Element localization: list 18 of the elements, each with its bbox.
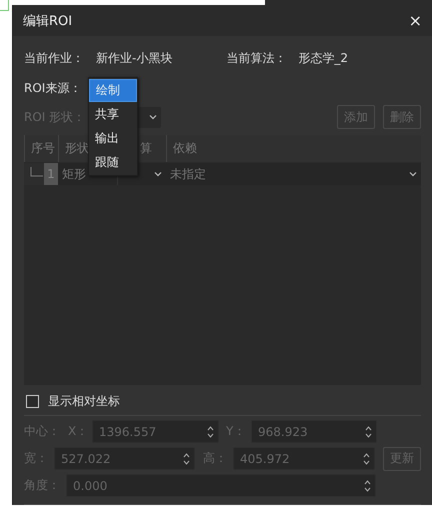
field-label: 当前作业： [24,50,84,66]
column-header: 依赖 [166,135,421,162]
checkbox-label: 显示相对坐标 [48,392,120,410]
close-button[interactable]: × [408,11,422,30]
menu-item[interactable]: 共享 [89,103,137,126]
field-label: 当前算法： [226,50,286,66]
column-header: 序号 [24,135,58,162]
window-title: 编辑ROI [23,12,72,30]
field-value: 形态学_2 [298,50,348,66]
chevron-icon [409,171,417,177]
checkbox[interactable] [26,394,39,408]
menu-item[interactable]: 绘制 [89,79,137,102]
corner-mark [0,0,9,11]
dependency-dropdown[interactable]: 未指定 [166,163,421,185]
field-value: 新作业-小黑块 [96,50,172,66]
field-label: ROI来源： [24,80,82,96]
chevron-icon [149,114,158,120]
chevron-icon [154,171,162,177]
